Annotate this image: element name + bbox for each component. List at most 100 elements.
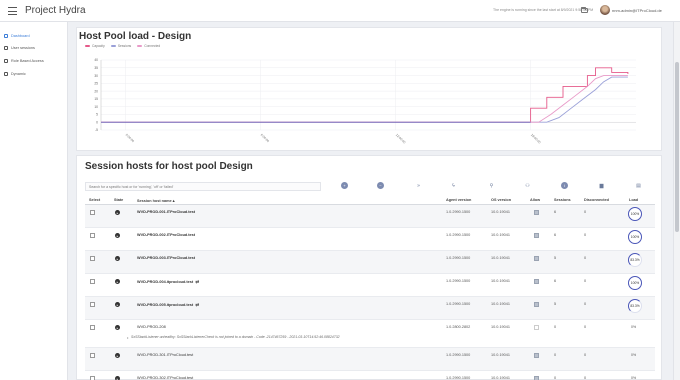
disconnected-count: 0 bbox=[584, 256, 587, 260]
user-email[interactable]: nnm-admin@ITProCloud.de bbox=[612, 8, 662, 13]
engine-status-notice: The engine is running since the last sta… bbox=[493, 8, 594, 12]
table-row[interactable]: ▸ WVD-PROD-001.ITProCloud.test 1.0.2990.15… bbox=[85, 205, 655, 228]
agent-version: 1.0.2990.1500 bbox=[446, 353, 471, 357]
sessions-count: 0 bbox=[554, 353, 557, 357]
sidebar-item-label: Role Based Access bbox=[11, 59, 44, 63]
error-bullet: • bbox=[127, 335, 129, 340]
host-search-input[interactable] bbox=[85, 182, 321, 191]
sidebar-item-label: Dashboard bbox=[11, 34, 30, 38]
load-chart: -5 0 5 10 15 20 25 30 35 40 0:00:00 6:00:00 12:00:00… bbox=[94, 58, 636, 145]
table-row[interactable]: ▸ WVD-PROD-302.ITProCloud.test 1.0.2990.15… bbox=[85, 371, 655, 380]
state-running-icon: ▸ bbox=[115, 279, 120, 284]
agent-version: 1.0.2990.1500 bbox=[446, 279, 471, 283]
y-tick-label: 20 bbox=[94, 89, 98, 93]
allow-new-sessions-checkbox[interactable] bbox=[534, 376, 539, 380]
error-detail: SxSStackListenerCheck is not joined to a… bbox=[176, 335, 340, 339]
row-select-checkbox[interactable] bbox=[90, 376, 95, 380]
table-row[interactable]: ▸ WVD-PROD-002.ITProCloud.test 1.0.2990.15… bbox=[85, 228, 655, 251]
column-agent-version[interactable]: Agent version bbox=[446, 198, 471, 202]
session-host-name[interactable]: WVD-PROD-004.itprocloud.test ⇄ bbox=[137, 279, 199, 285]
column-disconnected[interactable]: Disconnected bbox=[584, 198, 609, 202]
menu-icon[interactable] bbox=[8, 7, 17, 15]
avatar[interactable] bbox=[600, 5, 610, 15]
session-host-name[interactable]: WVD-PROD-301.ITProCloud.test bbox=[137, 353, 193, 357]
column-os-version[interactable]: OS version bbox=[491, 198, 511, 202]
x-tick-label: 0:00:00 bbox=[125, 133, 136, 144]
load-gauge: 100% bbox=[628, 207, 642, 221]
row-select-checkbox[interactable] bbox=[90, 302, 95, 307]
forward-action-icon[interactable]: » bbox=[415, 182, 422, 189]
table-row[interactable]: ▸ WVD-PROD-208 1.0.2800.2802 10.0.19041 0 0 0%… bbox=[85, 320, 655, 348]
attach-action-icon[interactable]: ⚲ bbox=[488, 182, 495, 189]
load-value: 83.3% bbox=[630, 258, 640, 262]
session-host-name[interactable]: WVD-PROD-302.ITProCloud.test bbox=[137, 376, 193, 380]
session-host-name[interactable]: WVD-PROD-208 bbox=[137, 325, 166, 329]
row-select-checkbox[interactable] bbox=[90, 233, 95, 238]
state-running-icon: ▸ bbox=[115, 233, 120, 238]
allow-new-sessions-checkbox[interactable] bbox=[534, 302, 539, 307]
remove-host-action-icon[interactable]: − bbox=[377, 182, 384, 189]
session-host-name[interactable]: WVD-PROD-005.itprocloud.test ⇄ bbox=[137, 302, 199, 308]
top-bar: Project Hydra The engine is running sinc… bbox=[0, 0, 680, 22]
state-running-icon: ▸ bbox=[115, 302, 120, 307]
allow-new-sessions-checkbox[interactable] bbox=[534, 233, 539, 238]
sessions-count: 6 bbox=[554, 279, 557, 283]
row-select-checkbox[interactable] bbox=[90, 325, 95, 330]
column-sessions[interactable]: Sessions bbox=[554, 198, 571, 202]
os-version: 10.0.19041 bbox=[491, 256, 511, 260]
allow-new-sessions-checkbox[interactable] bbox=[534, 256, 539, 261]
y-tick-label: 25 bbox=[94, 82, 98, 86]
y-tick-label: 15 bbox=[94, 97, 98, 101]
column-session-host-name[interactable]: Session host name ▴ bbox=[137, 198, 175, 203]
session-host-name[interactable]: WVD-PROD-003.ITProCloud.test bbox=[137, 256, 195, 260]
folder-icon[interactable] bbox=[581, 7, 588, 13]
y-tick-label: 40 bbox=[94, 58, 98, 62]
error-prefix: SxSStackListener unhealthy: bbox=[131, 335, 176, 339]
load-value: 0% bbox=[631, 325, 637, 329]
sidebar-item-user-sessions[interactable]: User sessions bbox=[0, 43, 68, 53]
sidebar-item-dynamic[interactable]: Dynamic bbox=[0, 69, 68, 79]
delete-action-icon[interactable]: ▆ bbox=[598, 182, 605, 189]
row-select-checkbox[interactable] bbox=[90, 210, 95, 215]
host-name-text: WVD-PROD-208 bbox=[137, 325, 166, 329]
table-row[interactable]: ▸ WVD-PROD-301.ITProCloud.test 1.0.2990.15… bbox=[85, 348, 655, 371]
table-row[interactable]: ▸ WVD-PROD-005.itprocloud.test ⇄ 1.0.2990.… bbox=[85, 297, 655, 320]
state-running-icon: ▸ bbox=[115, 376, 120, 380]
load-value: 0% bbox=[631, 376, 637, 380]
allow-new-sessions-checkbox[interactable] bbox=[534, 353, 539, 358]
allow-new-sessions-checkbox[interactable] bbox=[534, 279, 539, 284]
users-icon bbox=[4, 46, 8, 50]
sidebar: Dashboard User sessions Role Based Acces… bbox=[0, 22, 68, 380]
sidebar-item-role-based-access[interactable]: Role Based Access bbox=[0, 56, 68, 66]
column-load[interactable]: Load bbox=[629, 198, 638, 202]
x-tick-label: 18:00:00 bbox=[530, 133, 542, 145]
row-select-checkbox[interactable] bbox=[90, 256, 95, 261]
row-select-checkbox[interactable] bbox=[90, 279, 95, 284]
column-select[interactable]: Select bbox=[89, 198, 100, 202]
sync-icon: ⇄ bbox=[194, 279, 200, 284]
session-host-name[interactable]: WVD-PROD-001.ITProCloud.test bbox=[137, 210, 195, 214]
load-value: 83.3% bbox=[630, 304, 640, 308]
table-row[interactable]: ▸ WVD-PROD-004.itprocloud.test ⇄ 1.0.2990.… bbox=[85, 274, 655, 297]
add-host-action-icon[interactable]: + bbox=[341, 182, 348, 189]
more-action-icon[interactable]: ▤ bbox=[635, 182, 642, 189]
os-version: 10.0.19041 bbox=[491, 210, 511, 214]
column-state[interactable]: State bbox=[114, 198, 123, 202]
sidebar-item-dashboard[interactable]: Dashboard bbox=[0, 31, 68, 41]
lock-icon bbox=[4, 59, 8, 63]
load-value: 0% bbox=[631, 353, 637, 357]
row-select-checkbox[interactable] bbox=[90, 353, 95, 358]
agent-version: 1.0.2990.1500 bbox=[446, 256, 471, 260]
info-action-icon[interactable]: i bbox=[561, 182, 568, 189]
allow-new-sessions-checkbox[interactable] bbox=[534, 210, 539, 215]
agent-version: 1.0.2990.1500 bbox=[446, 376, 471, 380]
host-name-text: WVD-PROD-301.ITProCloud.test bbox=[137, 353, 194, 357]
column-allow[interactable]: Allow bbox=[530, 198, 540, 202]
session-host-name[interactable]: WVD-PROD-002.ITProCloud.test bbox=[137, 233, 195, 237]
table-row[interactable]: ▸ WVD-PROD-003.ITProCloud.test 1.0.2990.15… bbox=[85, 251, 655, 274]
allow-new-sessions-checkbox[interactable] bbox=[534, 325, 539, 330]
power-action-icon[interactable]: ϟ bbox=[450, 182, 457, 189]
page-scrollbar[interactable] bbox=[673, 22, 680, 380]
assign-user-action-icon[interactable]: ⚇ bbox=[524, 182, 531, 189]
scrollbar-thumb[interactable] bbox=[675, 62, 679, 232]
